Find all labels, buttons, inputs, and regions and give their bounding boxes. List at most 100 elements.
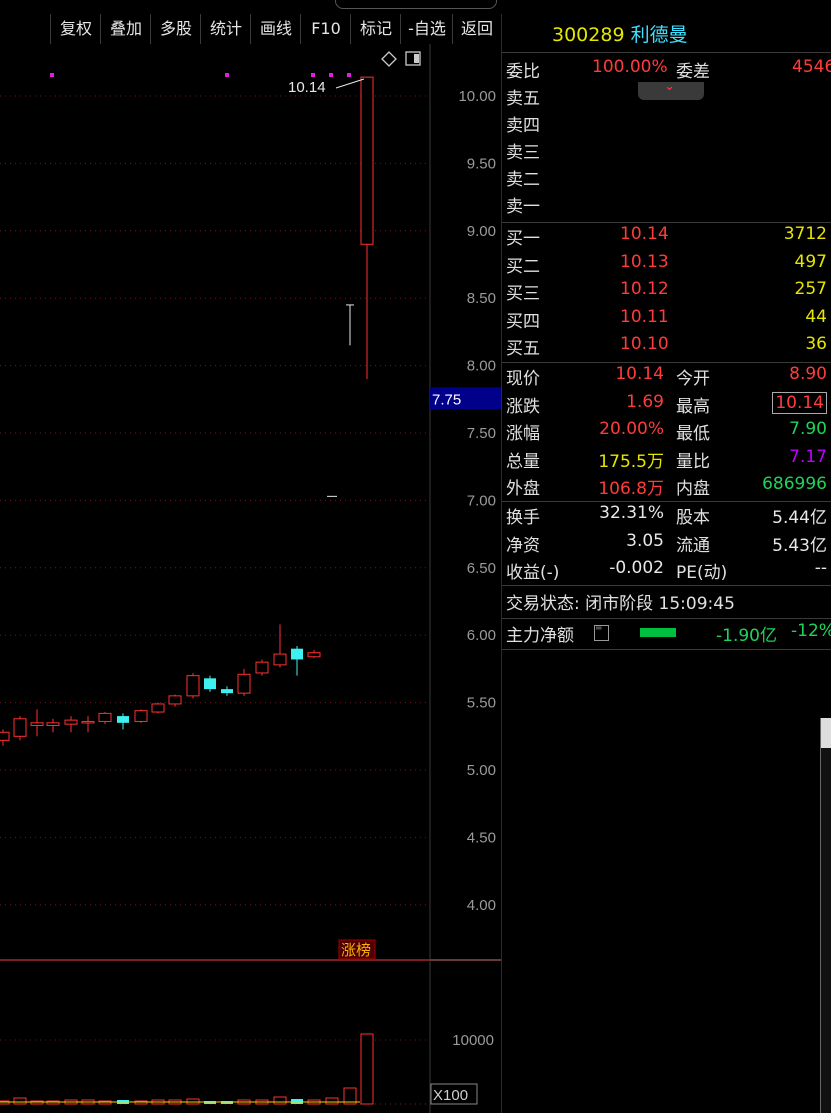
candle-body[interactable]	[13, 718, 27, 737]
toolbar-button-0[interactable]: 复权	[50, 14, 101, 44]
panel-toggle-fill	[414, 54, 419, 63]
fund-row: 换手 32.31% 股本 5.44亿	[506, 503, 831, 530]
candle-body[interactable]	[134, 710, 148, 722]
stat-label: 现价	[506, 369, 540, 389]
stat-value-2: 10.14	[772, 391, 827, 414]
event-marker[interactable]	[225, 73, 229, 77]
stat-value: 10.14	[615, 364, 664, 384]
candle-body[interactable]	[0, 731, 10, 741]
candle-body[interactable]	[46, 722, 60, 727]
candle-body[interactable]	[204, 678, 216, 690]
fund-value: 32.31%	[599, 503, 664, 523]
buy-price: 10.12	[620, 279, 669, 299]
candle-body[interactable]	[237, 673, 251, 694]
toolbar-button-3[interactable]: 统计	[200, 14, 251, 44]
buy-volume: 44	[805, 306, 827, 327]
stat-label: 总量	[506, 451, 540, 472]
volume-bar[interactable]	[325, 1097, 339, 1105]
stat-value: 1.69	[626, 391, 664, 412]
price-tick-label: 4.50	[467, 829, 496, 846]
toolbar-button-4[interactable]: 画线	[250, 14, 301, 44]
event-marker[interactable]	[50, 73, 54, 77]
fund-row: 净资 3.05 流通 5.43亿	[506, 531, 831, 558]
fund-value-2: 5.44亿	[772, 508, 827, 528]
stat-value-2: 686996	[762, 474, 827, 494]
stat-value: 106.8万	[598, 479, 664, 499]
volume-bar[interactable]	[273, 1096, 287, 1105]
price-tick-label: 9.00	[467, 223, 496, 240]
sell-row: 卖四	[506, 111, 831, 138]
sell-label: 卖五	[506, 89, 540, 109]
price-tick-label: 8.50	[467, 290, 496, 307]
candle-body[interactable]	[64, 719, 78, 725]
annotation-arrow	[335, 78, 365, 89]
price-tick-label: 10.00	[458, 88, 496, 105]
price-tick-label: 9.50	[467, 155, 496, 172]
buy-price: 10.14	[620, 224, 669, 244]
stat-row: 外盘 106.8万 内盘 686996	[506, 474, 831, 501]
candle-body[interactable]	[273, 653, 287, 666]
toolbar-button-8[interactable]: 返回	[452, 14, 501, 44]
event-marker[interactable]	[347, 73, 351, 77]
diamond-icon[interactable]	[381, 51, 397, 67]
buy-row: 买三 10.12 257	[506, 279, 831, 306]
candle-body[interactable]	[291, 648, 303, 660]
stat-label-2: 最低	[676, 424, 710, 444]
candle-body[interactable]	[81, 720, 95, 724]
candle-body[interactable]	[186, 675, 200, 697]
toolbar-button-6[interactable]: 标记	[350, 14, 401, 44]
price-tick-label: 4.00	[467, 897, 496, 914]
list-icon[interactable]: ≡	[594, 624, 609, 641]
candle-body[interactable]	[98, 712, 112, 722]
fund-label-2: 流通	[676, 535, 710, 556]
volume-bar[interactable]	[360, 1033, 374, 1105]
high-annotation: 10.14	[288, 79, 326, 96]
fund-label: 收益(-)	[506, 563, 560, 583]
buy-row: 买五 10.10 36	[506, 334, 831, 361]
top-window-strip	[335, 0, 497, 9]
event-marker[interactable]	[329, 73, 333, 77]
stat-label: 涨跌	[506, 396, 540, 417]
weibi-value: 100.00%	[592, 57, 668, 77]
flow-bar	[640, 628, 676, 637]
candle-body[interactable]	[117, 716, 129, 723]
stat-row: 总量 175.5万 量比 7.17	[506, 447, 831, 474]
fund-value-2: --	[814, 558, 827, 578]
candle-body[interactable]	[30, 722, 44, 727]
stat-value-2: 7.17	[789, 446, 827, 467]
chart-toolbar: 复权 叠加 多股 统计 画线 F10 标记 -自选 返回	[0, 14, 500, 44]
candle-body[interactable]	[221, 689, 233, 694]
sell-row: 卖三	[506, 138, 831, 165]
buy-volume: 3712	[783, 224, 827, 244]
current-price-label: 7.75	[432, 391, 461, 408]
sell-row: 卖一	[506, 192, 831, 219]
main-flow-label: 主力净额	[506, 626, 574, 646]
candle-body[interactable]	[151, 703, 165, 713]
fund-label-2: 股本	[676, 508, 710, 528]
candle-body[interactable]	[168, 695, 182, 705]
side-popup-window[interactable]	[820, 718, 831, 1113]
buy-row: 买二 10.13 497	[506, 252, 831, 279]
toolbar-button-1[interactable]: 叠加	[100, 14, 151, 44]
buy-volume: 257	[794, 279, 827, 299]
candle-body[interactable]	[255, 661, 269, 674]
toolbar-button-5[interactable]: F10	[300, 14, 351, 44]
stat-value-2: 7.90	[789, 419, 827, 439]
toolbar-button-2[interactable]: 多股	[150, 14, 201, 44]
buy-label: 买二	[506, 256, 540, 277]
volume-bar[interactable]	[13, 1097, 27, 1105]
price-tick-label: 5.00	[467, 762, 496, 779]
stock-title[interactable]: 300289 利德曼	[552, 20, 688, 47]
toolbar-button-7[interactable]: -自选	[400, 14, 453, 44]
main-flow-row[interactable]: 主力净额 ≡ -1.90亿 -12%	[506, 621, 831, 648]
event-marker[interactable]	[311, 73, 315, 77]
rank-badge-label: 涨榜	[341, 941, 371, 959]
candle-body[interactable]	[307, 652, 321, 658]
weibi-label: 委比	[506, 62, 540, 82]
fund-value: 3.05	[626, 530, 664, 551]
candle-body[interactable]	[360, 76, 374, 245]
stat-label: 涨幅	[506, 424, 540, 444]
buy-label: 买四	[506, 311, 540, 332]
kline-chart[interactable]: 10.00 9.50 9.00 8.50 8.00 7.50 7.00 6.50 6.00 5.5…	[0, 44, 501, 1113]
buy-label: 买三	[506, 284, 540, 304]
